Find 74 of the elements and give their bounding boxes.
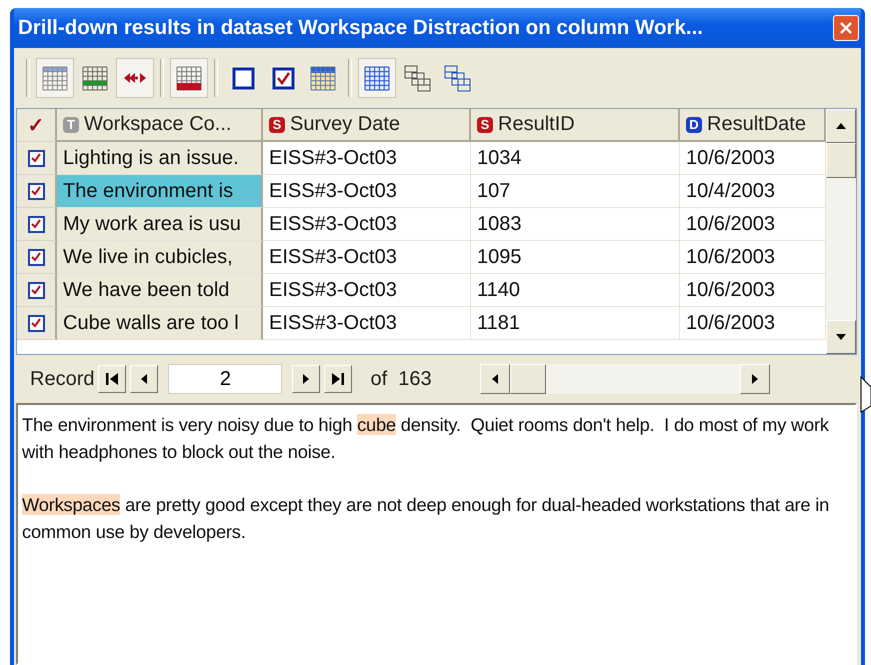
- type-badge: S: [269, 116, 285, 132]
- first-record-button[interactable]: [98, 365, 126, 393]
- table-cell: 1140: [471, 274, 680, 307]
- record-number-field[interactable]: 2: [168, 364, 282, 394]
- row-checkbox[interactable]: [28, 282, 44, 298]
- table-cell: 1034: [471, 142, 680, 175]
- checkmark-icon: [31, 285, 41, 295]
- table-cell: EISS#3-Oct03: [263, 241, 471, 274]
- table-cell: 10/6/2003: [680, 142, 826, 175]
- column-header[interactable]: ResultDate: [707, 113, 806, 136]
- checkmark-icon: [31, 153, 41, 163]
- close-icon: [839, 21, 853, 35]
- table-cell: EISS#3-Oct03: [263, 274, 471, 307]
- scrollbar-thumb[interactable]: [826, 143, 856, 178]
- row-checkbox[interactable]: [28, 314, 44, 332]
- horizontal-scrollbar[interactable]: [480, 364, 770, 394]
- table-cell: 10/6/2003: [680, 307, 826, 340]
- row-checkbox[interactable]: [28, 182, 44, 200]
- table-cell: We have been told: [57, 274, 263, 307]
- detail-text-area[interactable]: [16, 403, 857, 665]
- column-header[interactable]: Survey Date: [290, 113, 400, 136]
- table-cell: EISS#3-Oct03: [263, 175, 471, 208]
- scrollbar-thumb[interactable]: [510, 364, 546, 394]
- calendar-icon: [308, 64, 338, 92]
- type-badge: T: [63, 116, 79, 132]
- first-icon: [104, 372, 120, 386]
- table-cell: 107: [471, 175, 680, 208]
- toolbar-button[interactable]: [170, 58, 208, 98]
- table-cell: Cube walls are too l: [57, 307, 263, 340]
- table-cell: 10/4/2003: [680, 175, 826, 208]
- checkmark-icon: [31, 252, 41, 262]
- table-cell: The environment is: [57, 175, 263, 208]
- cascade-icon: [442, 64, 472, 92]
- record-label: Record: [30, 368, 94, 390]
- record-count: of 163: [370, 368, 432, 390]
- type-badge: S: [477, 116, 493, 132]
- table-cell: 1083: [471, 208, 680, 241]
- table-cell: 10/6/2003: [680, 208, 826, 241]
- checkmark-icon: [31, 318, 41, 328]
- table-cell: My work area is usu: [57, 208, 263, 241]
- table-cell: 10/6/2003: [680, 241, 826, 274]
- column-header[interactable]: ResultID: [498, 113, 575, 136]
- row-checkbox[interactable]: [28, 248, 44, 266]
- paragraph: Workspaces are pretty good except they are not deep enough for dual-headed workstations that are in common use by developers.: [22, 493, 830, 544]
- vertical-scrollbar[interactable]: [826, 109, 856, 354]
- last-icon: [330, 372, 346, 386]
- table-lines-icon: [80, 64, 110, 92]
- cascade-icon: [402, 64, 432, 92]
- table-cell: Lighting is an issue.: [57, 142, 263, 175]
- checkmark-icon: [31, 219, 41, 229]
- row-checkbox[interactable]: [28, 150, 44, 166]
- checkmark-icon: [31, 186, 41, 196]
- last-record-button[interactable]: [324, 365, 352, 393]
- window-title: Drill-down results in dataset Workspace Distraction on column Work...: [18, 16, 703, 40]
- grid-icon: [362, 64, 392, 92]
- table-cell: We live in cubicles,: [57, 241, 263, 274]
- table-cell: EISS#3-Oct03: [263, 208, 471, 241]
- row-checkbox[interactable]: [28, 216, 44, 232]
- table-cell: 10/6/2003: [680, 274, 826, 307]
- previous-record-button[interactable]: [130, 365, 158, 393]
- toolbar-button[interactable]: [116, 58, 154, 98]
- table-cell: 1181: [471, 307, 680, 340]
- table-cell: 1095: [471, 241, 680, 274]
- next-record-button[interactable]: [292, 365, 320, 393]
- paragraph: The environment is very noisy due to high cube density. Quiet rooms don't help. I do most of my work with headphones to block out the noise.: [22, 413, 830, 464]
- grid-key-icon: [174, 64, 204, 92]
- type-badge: D: [686, 116, 702, 132]
- toolbar-button[interactable]: [358, 58, 396, 98]
- grid-icon: [40, 64, 70, 92]
- table-cell: EISS#3-Oct03: [263, 142, 471, 175]
- check-column-header: ✓: [28, 114, 44, 138]
- table-cell: EISS#3-Oct03: [263, 307, 471, 340]
- column-header[interactable]: Workspace Co...: [84, 113, 232, 136]
- close-button[interactable]: [833, 15, 859, 41]
